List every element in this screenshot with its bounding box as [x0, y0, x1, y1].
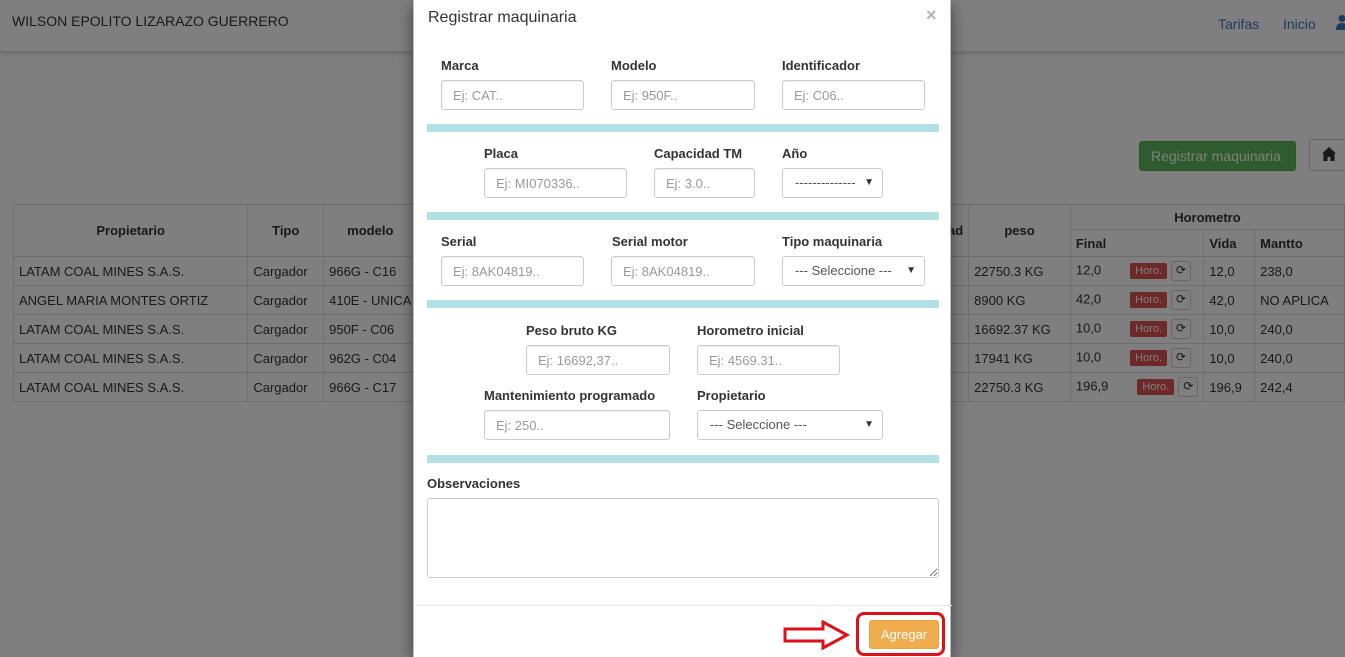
marca-label: Marca — [441, 58, 479, 73]
peso-bruto-input[interactable] — [526, 345, 670, 375]
chevron-down-icon: ▼ — [864, 177, 874, 188]
propietario-select[interactable]: --- Seleccione --- ▼ — [697, 410, 883, 440]
register-machinery-modal: Registrar maquinaria × Marca Modelo Iden… — [413, 0, 952, 657]
highlight-box — [856, 612, 945, 656]
tipo-maquinaria-label: Tipo maquinaria — [782, 234, 883, 249]
section-divider — [427, 124, 939, 132]
propietario-value: --- Seleccione --- — [710, 417, 807, 432]
identificador-label: Identificador — [782, 58, 861, 73]
tipo-maquinaria-select[interactable]: --- Seleccione --- ▼ — [782, 256, 925, 286]
anio-label: Año — [782, 146, 808, 161]
observaciones-textarea[interactable] — [427, 498, 939, 578]
section-divider — [427, 455, 939, 463]
capacidad-input[interactable] — [654, 168, 755, 198]
serial-motor-input[interactable] — [611, 256, 755, 286]
horometro-inicial-label: Horometro inicial — [697, 323, 804, 338]
modelo-label: Modelo — [611, 58, 657, 73]
serial-input[interactable] — [441, 256, 584, 286]
mantenimiento-label: Mantenimiento programado — [484, 388, 656, 403]
chevron-down-icon: ▼ — [864, 419, 874, 430]
peso-bruto-label: Peso bruto KG — [526, 323, 618, 338]
modelo-input[interactable] — [611, 80, 755, 110]
close-icon[interactable]: × — [926, 5, 937, 26]
propietario-label: Propietario — [697, 388, 766, 403]
mantenimiento-input[interactable] — [484, 410, 670, 440]
section-divider — [427, 300, 939, 308]
modal-footer-divider — [414, 605, 952, 606]
marca-input[interactable] — [441, 80, 584, 110]
observaciones-label: Observaciones — [427, 476, 521, 491]
chevron-down-icon: ▼ — [906, 265, 916, 276]
horometro-inicial-input[interactable] — [697, 345, 840, 375]
annotation-arrow-icon — [783, 620, 851, 650]
identificador-input[interactable] — [782, 80, 925, 110]
serial-motor-label: Serial motor — [612, 234, 688, 249]
placa-input[interactable] — [484, 168, 627, 198]
anio-value: -------------- — [795, 175, 856, 190]
section-divider — [427, 212, 939, 220]
tipo-maquinaria-value: --- Seleccione --- — [795, 263, 892, 278]
modal-title: Registrar maquinaria — [428, 9, 577, 26]
capacidad-label: Capacidad TM — [654, 146, 743, 161]
anio-select[interactable]: -------------- ▼ — [782, 168, 883, 198]
placa-label: Placa — [484, 146, 518, 161]
serial-label: Serial — [441, 234, 477, 249]
